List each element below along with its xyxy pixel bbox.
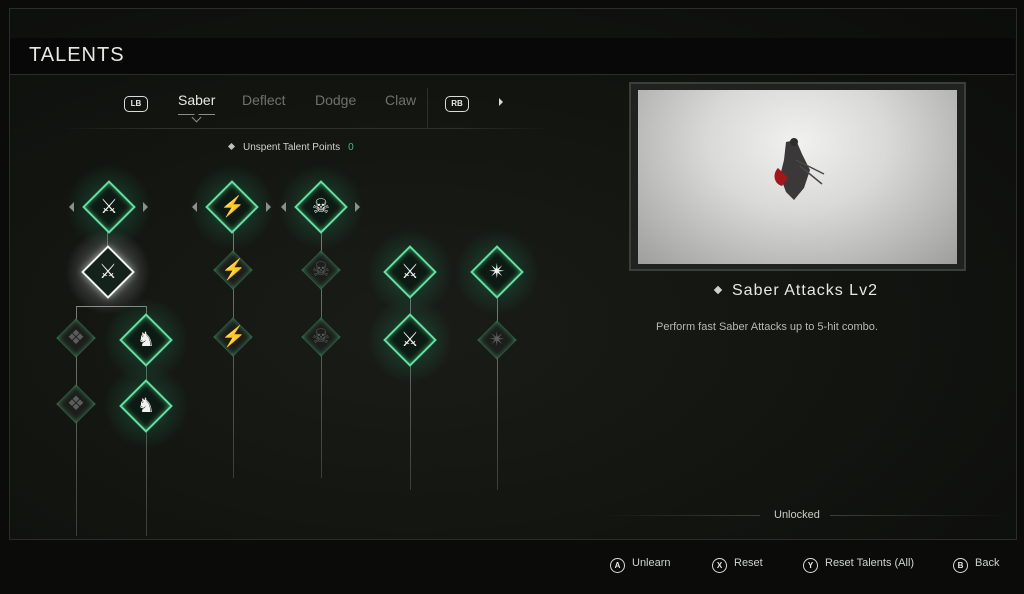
- tabs-divider-line: [60, 128, 550, 129]
- reset-label: Reset: [734, 557, 763, 569]
- reaper-icon: ♞: [137, 329, 155, 351]
- skull-sword-icon: ☠: [312, 259, 330, 281]
- skull-sword-icon: ☠: [312, 326, 330, 348]
- back-hint[interactable]: B Back: [953, 557, 999, 573]
- points-value: 0: [348, 142, 354, 153]
- b-button-icon: B: [953, 558, 968, 573]
- button-hints-bar: A Unlearn X Reset Y Reset Talents (All) B Ba…: [0, 548, 1024, 588]
- a-button-icon: A: [610, 558, 625, 573]
- unspent-talent-points: Unspent Talent Points 0: [227, 142, 354, 153]
- lb-button-icon[interactable]: LB: [124, 96, 148, 112]
- status-divider: [830, 515, 1010, 516]
- node-prev-arrow-icon[interactable]: [69, 202, 74, 212]
- unlearn-hint[interactable]: A Unlearn: [610, 557, 671, 573]
- rb-button-icon[interactable]: RB: [445, 96, 469, 112]
- tab-deflect[interactable]: Deflect: [242, 92, 286, 108]
- points-label: Unspent Talent Points: [243, 142, 341, 153]
- unlearn-label: Unlearn: [632, 557, 671, 569]
- crow-icon: ❖: [67, 393, 85, 415]
- claw-strike-icon: ⚡: [220, 196, 245, 218]
- skill-description: Perform fast Saber Attacks up to 5-hit c…: [656, 321, 878, 333]
- reaper-icon: ♞: [137, 395, 155, 417]
- character-figure-icon: [774, 138, 825, 200]
- back-label: Back: [975, 557, 1000, 569]
- reset-hint[interactable]: X Reset: [712, 557, 763, 573]
- tab-dodge[interactable]: Dodge: [315, 92, 356, 108]
- page-title: TALENTS: [29, 44, 125, 66]
- node-next-arrow-icon[interactable]: [355, 202, 360, 212]
- y-button-icon: Y: [803, 558, 818, 573]
- skill-status: Unlocked: [774, 509, 820, 521]
- talent-tabs: LB Saber Deflect Dodge Claw RB: [0, 88, 560, 128]
- claw-strike-icon: ⚡: [221, 259, 246, 281]
- saber-icon: ⚔: [401, 329, 419, 351]
- node-prev-arrow-icon[interactable]: [192, 202, 197, 212]
- skill-preview-image: [638, 90, 957, 264]
- crow-icon: ❖: [67, 327, 85, 349]
- scythe-slash-icon: ⚔: [99, 261, 117, 283]
- diamond-bullet-icon: [227, 142, 236, 151]
- skill-name: Saber Attacks Lv2: [713, 282, 878, 300]
- tabs-next-arrow-icon[interactable]: [499, 98, 503, 106]
- diamond-bullet-icon: [713, 285, 723, 295]
- skill-name-label: Saber Attacks Lv2: [732, 282, 878, 299]
- tabs-divider: [427, 88, 428, 128]
- skull-sword-icon: ☠: [312, 196, 330, 218]
- reset-all-hint[interactable]: Y Reset Talents (All): [803, 557, 914, 573]
- claw-strike-icon: ⚡: [221, 326, 246, 348]
- tab-saber[interactable]: Saber: [178, 92, 215, 108]
- node-prev-arrow-icon[interactable]: [281, 202, 286, 212]
- scythe-slash-icon: ⚔: [100, 196, 118, 218]
- x-button-icon: X: [712, 558, 727, 573]
- reset-all-label: Reset Talents (All): [825, 557, 915, 569]
- node-next-arrow-icon[interactable]: [266, 202, 271, 212]
- saber-icon: ⚔: [401, 261, 419, 283]
- pinwheel-icon: ✴: [488, 329, 506, 351]
- title-bar: [10, 38, 1015, 75]
- status-divider: [600, 515, 760, 516]
- pinwheel-icon: ✴: [488, 261, 506, 283]
- node-next-arrow-icon[interactable]: [143, 202, 148, 212]
- tab-claw[interactable]: Claw: [385, 92, 416, 108]
